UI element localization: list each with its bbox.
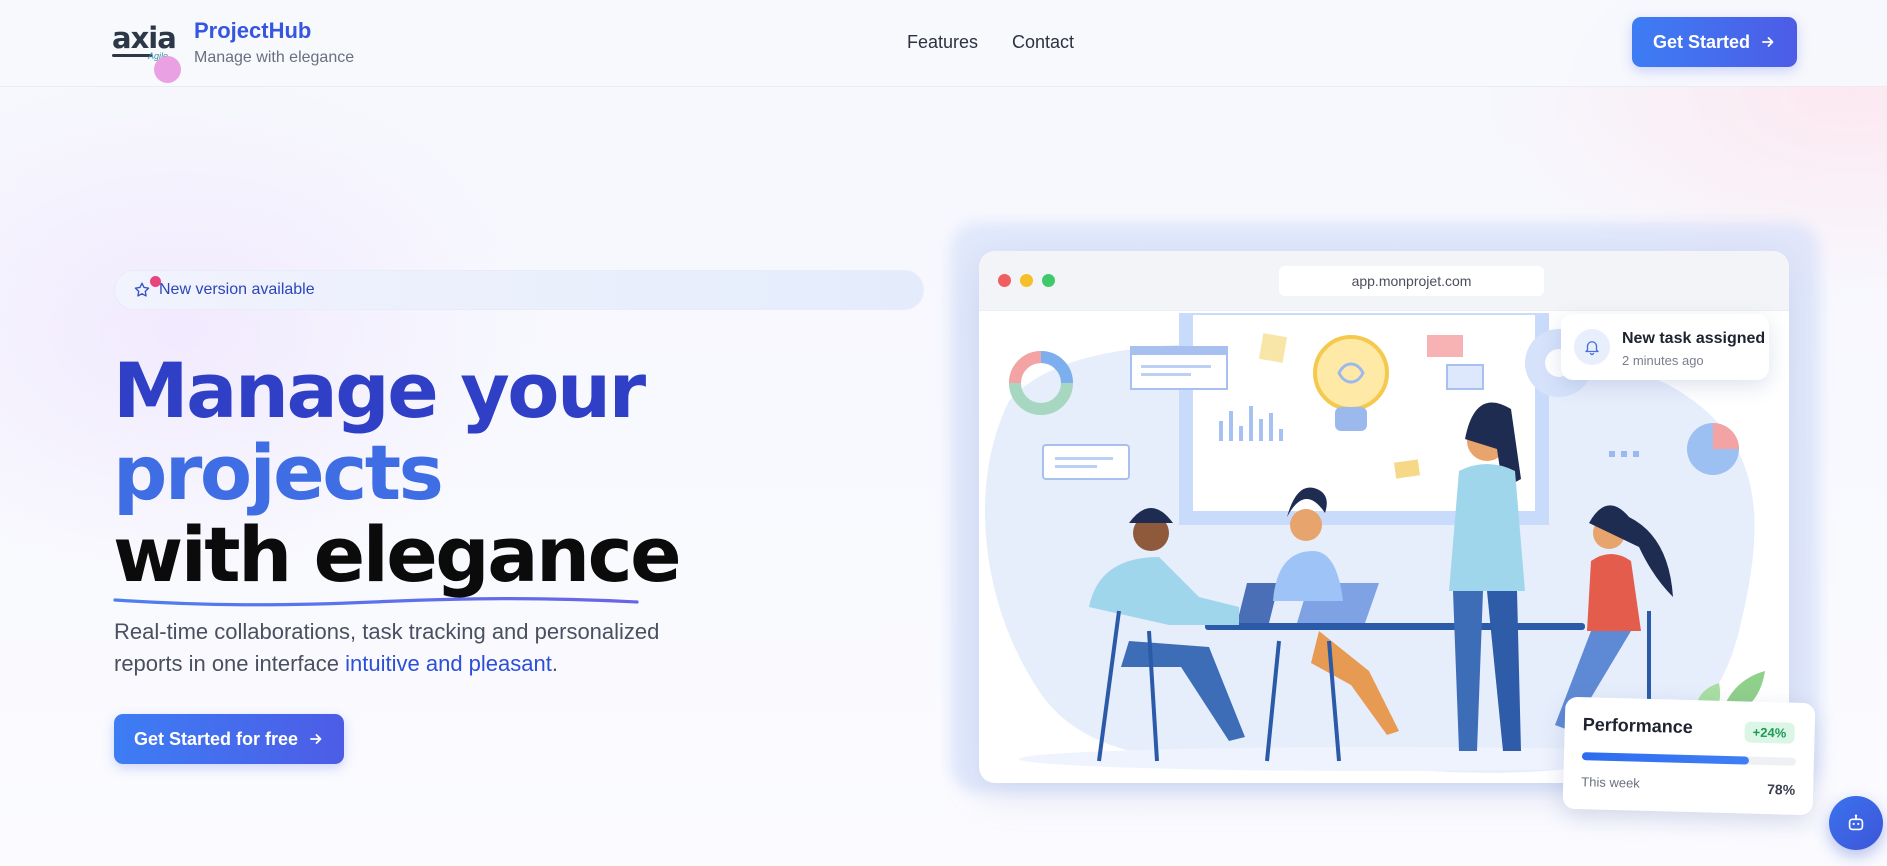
new-version-badge[interactable]: New version available <box>114 270 924 310</box>
star-icon <box>134 282 150 297</box>
hero-headline: Manage your projects with elegance <box>113 346 682 599</box>
chatbot-button[interactable] <box>1829 796 1883 850</box>
site-header: axia Agile ProjectHub Manage with elegan… <box>0 0 1887 87</box>
get-started-button[interactable]: Get Started <box>1632 17 1797 67</box>
headline-line-3: with elegance <box>113 510 682 599</box>
chatbot-icon <box>1848 814 1864 831</box>
window-dot-green <box>1042 274 1055 287</box>
hero-subtitle: Real-time collaborations, task tracking … <box>114 616 714 680</box>
headline-underline <box>113 597 639 607</box>
bell-icon <box>1574 329 1610 365</box>
browser-bar: app.monprojet.com <box>979 251 1789 311</box>
axia-logo[interactable]: axia Agile <box>110 21 181 84</box>
performance-value: 78% <box>1766 781 1796 798</box>
performance-progress-fill <box>1581 752 1749 765</box>
logo-wordmark: axia <box>112 21 177 55</box>
arrow-right-icon <box>310 734 322 744</box>
arrow-right-icon <box>1762 37 1774 47</box>
performance-title: Performance <box>1582 714 1694 738</box>
notification-dot <box>150 276 161 287</box>
nav-link-features[interactable]: Features <box>907 32 978 53</box>
window-dot-yellow <box>1020 274 1033 287</box>
browser-url: app.monprojet.com <box>1279 266 1544 296</box>
badge-text: New version available <box>159 281 315 298</box>
notification-time: 2 minutes ago <box>1622 353 1704 368</box>
brand-tagline: Manage with elegance <box>194 49 355 66</box>
headline-line-2: projects <box>113 428 444 517</box>
get-started-free-label: Get Started for free <box>133 728 299 749</box>
performance-period: This week <box>1581 774 1640 791</box>
logo-underline <box>112 54 152 57</box>
notification-title: New task assigned <box>1622 330 1766 347</box>
nav-link-contact[interactable]: Contact <box>1012 32 1074 53</box>
performance-card: Performance +24% This week 78% <box>1562 696 1816 816</box>
get-started-label: Get Started <box>1652 31 1751 52</box>
brand-name: ProjectHub <box>194 18 312 43</box>
logo-dot <box>154 56 181 83</box>
window-dot-red <box>998 274 1011 287</box>
get-started-free-button[interactable]: Get Started for free <box>114 714 344 764</box>
performance-progress-track <box>1581 752 1796 766</box>
performance-badge: +24% <box>1744 721 1795 744</box>
subtitle-end: . <box>551 651 558 676</box>
subtitle-accent: intuitive and pleasant <box>345 651 552 676</box>
notification-card[interactable]: New task assigned 2 minutes ago <box>1561 314 1769 380</box>
headline-line-1: Manage your <box>113 346 646 435</box>
